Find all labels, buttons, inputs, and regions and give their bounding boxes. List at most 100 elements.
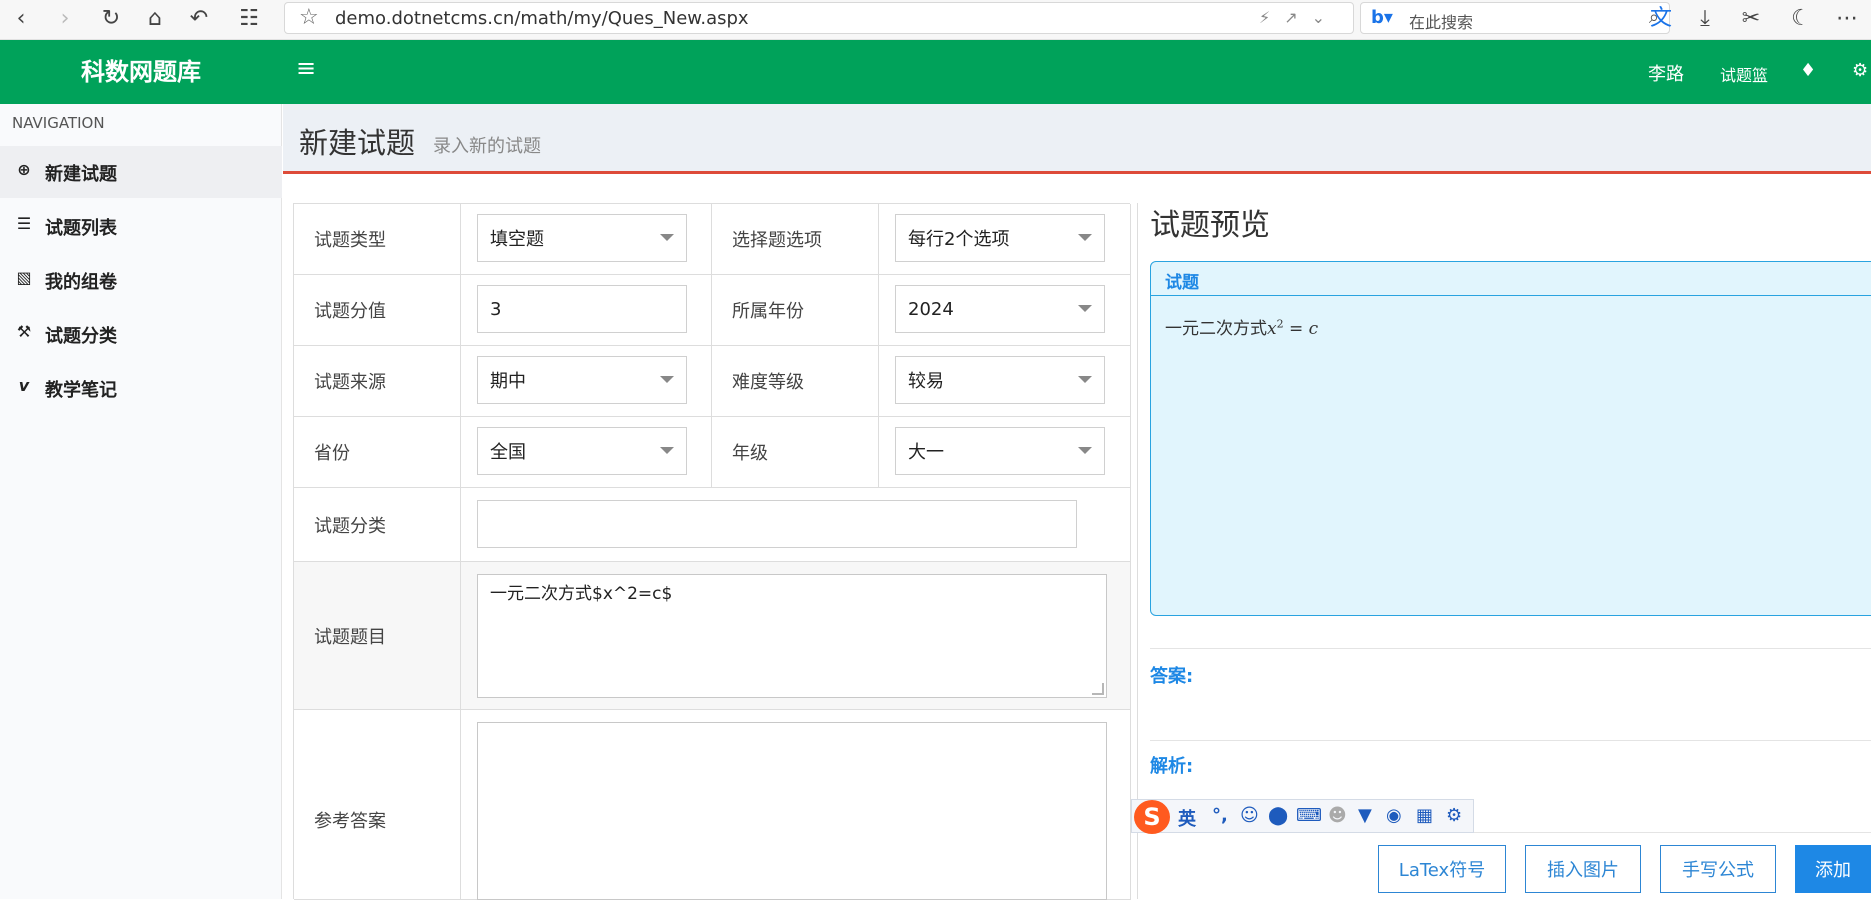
download-icon[interactable]: ⤓ xyxy=(1690,4,1720,34)
question-preview-title: 试题 xyxy=(1165,273,1199,293)
score-label: 试题分值 xyxy=(294,275,461,346)
chevron-down-icon xyxy=(660,234,674,241)
star-icon[interactable]: ☆ xyxy=(299,5,319,30)
question-type-select[interactable]: 填空题 xyxy=(477,214,687,262)
more-icon[interactable]: ⋯ xyxy=(1832,4,1862,34)
choice-layout-select[interactable]: 每行2个选项 xyxy=(895,214,1105,262)
preview-title: 试题预览 xyxy=(1150,208,1270,243)
sidebar-item-categories[interactable]: ⚒ 试题分类 xyxy=(0,308,282,360)
skin-shirt-icon[interactable]: ▼ xyxy=(1358,805,1372,826)
textarea-value: 一元二次方式$x^2=c$ xyxy=(490,584,673,604)
search-box[interactable]: b▾ 在此搜索 ⌕ xyxy=(1360,2,1670,34)
add-button[interactable]: 添加 xyxy=(1795,845,1871,893)
chevron-down-icon xyxy=(1078,305,1092,312)
question-textarea[interactable]: 一元二次方式$x^2=c$ xyxy=(477,574,1107,698)
user-name-link[interactable]: 李路 xyxy=(1648,60,1684,86)
emoji-icon[interactable]: ☺ xyxy=(1240,805,1259,826)
preview-divider xyxy=(1137,203,1138,899)
category-label: 试题分类 xyxy=(294,488,461,562)
scissors-icon[interactable]: ✂ xyxy=(1736,4,1766,34)
game-icon[interactable]: ◉ xyxy=(1386,805,1402,826)
sidebar-item-my-papers[interactable]: ▧ 我的组卷 xyxy=(0,254,282,306)
handwrite-formula-button[interactable]: 手写公式 xyxy=(1660,845,1776,893)
sidebar-item-notes[interactable]: v 教学笔记 xyxy=(0,362,282,414)
select-value: 每行2个选项 xyxy=(908,229,1010,250)
divider-line xyxy=(1150,648,1871,649)
category-cell xyxy=(461,488,1131,562)
province-select[interactable]: 全国 xyxy=(477,427,687,475)
select-value: 全国 xyxy=(490,442,526,463)
answer-textarea[interactable] xyxy=(477,722,1107,900)
question-preview-prefix: 一元二次方式 xyxy=(1165,319,1267,339)
address-bar[interactable]: ☆ demo.dotnetcms.cn/math/my/Ques_New.asp… xyxy=(284,2,1354,34)
reload-icon[interactable]: ↻ xyxy=(96,4,126,34)
source-label: 试题来源 xyxy=(294,346,461,417)
chevron-down-icon xyxy=(1078,376,1092,383)
settings-icon[interactable]: ⚙ xyxy=(1446,805,1462,826)
fire-icon[interactable]: ♦ xyxy=(1800,60,1816,81)
analysis-preview-label: 解析: xyxy=(1150,756,1194,777)
score-input[interactable]: 3 xyxy=(477,285,687,333)
address-tools-icon[interactable]: ⚡↗⌄ xyxy=(1259,8,1339,27)
wrench-icon: ⚒ xyxy=(16,322,32,341)
microphone-icon[interactable]: ⬤ xyxy=(1268,805,1288,826)
sidebar-item-label: 教学笔记 xyxy=(45,380,117,401)
home-icon[interactable]: ⌂ xyxy=(140,4,170,34)
forward-icon[interactable]: › xyxy=(50,4,80,34)
grade-cell: 大一 xyxy=(879,417,1131,488)
select-value: 2024 xyxy=(908,298,954,320)
nav-header: NAVIGATION xyxy=(12,114,105,132)
type-label: 试题类型 xyxy=(294,204,461,275)
resize-handle[interactable] xyxy=(1092,683,1104,695)
content-header: 新建试题 录入新的试题 xyxy=(283,104,1871,174)
score-cell: 3 xyxy=(461,275,712,346)
punctuation-icon[interactable]: °, xyxy=(1212,805,1228,826)
input-value: 3 xyxy=(490,298,502,320)
answer-cell xyxy=(461,710,1131,900)
question-cell: 一元二次方式$x^2=c$ xyxy=(461,562,1131,710)
bing-icon: b▾ xyxy=(1371,7,1393,28)
back-icon[interactable]: ‹ xyxy=(6,4,36,34)
province-label: 省份 xyxy=(294,417,461,488)
brand-logo[interactable]: 科数网题库 xyxy=(0,40,282,104)
ime-language-toggle[interactable]: 英 xyxy=(1178,805,1196,831)
type-cell: 填空题 xyxy=(461,204,712,275)
category-input[interactable] xyxy=(477,500,1077,548)
url-text: demo.dotnetcms.cn/math/my/Ques_New.aspx xyxy=(335,8,749,29)
insert-image-button[interactable]: 插入图片 xyxy=(1525,845,1641,893)
sidebar-item-new-question[interactable]: ⊕ 新建试题 xyxy=(0,146,282,198)
moon-icon[interactable]: ☾ xyxy=(1786,4,1816,34)
user-card-icon[interactable]: ☻ xyxy=(1328,805,1347,826)
hamburger-menu-icon[interactable]: ≡ xyxy=(296,54,316,82)
apps-grid-icon[interactable]: ▦ xyxy=(1416,805,1433,826)
ime-toolbar: S 英 °, ☺ ⬤ ⌨ ☻ ▼ ◉ ▦ ⚙ xyxy=(1131,799,1474,834)
answer-preview-label: 答案: xyxy=(1150,666,1194,687)
difficulty-select[interactable]: 较易 xyxy=(895,356,1105,404)
map-icon: ▧ xyxy=(16,268,32,287)
chevron-down-icon xyxy=(660,376,674,383)
list-icon: ☰ xyxy=(16,214,32,233)
sogou-logo-icon[interactable]: S xyxy=(1134,800,1170,834)
answer-label: 参考答案 xyxy=(294,710,461,900)
translate-icon[interactable]: 文 xyxy=(1646,4,1676,34)
gear-icon[interactable]: ⚙ xyxy=(1852,60,1868,81)
chevron-down-icon xyxy=(1078,234,1092,241)
grade-label: 年级 xyxy=(712,417,879,488)
page-subtitle: 录入新的试题 xyxy=(433,136,541,157)
basket-link[interactable]: 试题篮 xyxy=(1720,62,1768,86)
sidebar-item-question-list[interactable]: ☰ 试题列表 xyxy=(0,200,282,252)
sidebar-item-label: 试题列表 xyxy=(45,218,117,239)
choice-cell: 每行2个选项 xyxy=(879,204,1131,275)
top-navbar: 科数网题库 ≡ 李路 试题篮 ♦ ⚙ xyxy=(0,40,1871,104)
reading-view-icon[interactable]: ☷ xyxy=(234,4,264,34)
undo-icon[interactable]: ↶ xyxy=(184,4,214,34)
divider-line xyxy=(1150,740,1871,741)
chevron-down-icon xyxy=(660,447,674,454)
keyboard-icon[interactable]: ⌨ xyxy=(1296,805,1322,826)
latex-symbols-button[interactable]: LaTex符号 xyxy=(1378,845,1506,893)
year-select[interactable]: 2024 xyxy=(895,285,1105,333)
source-select[interactable]: 期中 xyxy=(477,356,687,404)
sidebar-item-label: 我的组卷 xyxy=(45,272,117,293)
grade-select[interactable]: 大一 xyxy=(895,427,1105,475)
math-formula: x2 = c xyxy=(1267,317,1319,339)
